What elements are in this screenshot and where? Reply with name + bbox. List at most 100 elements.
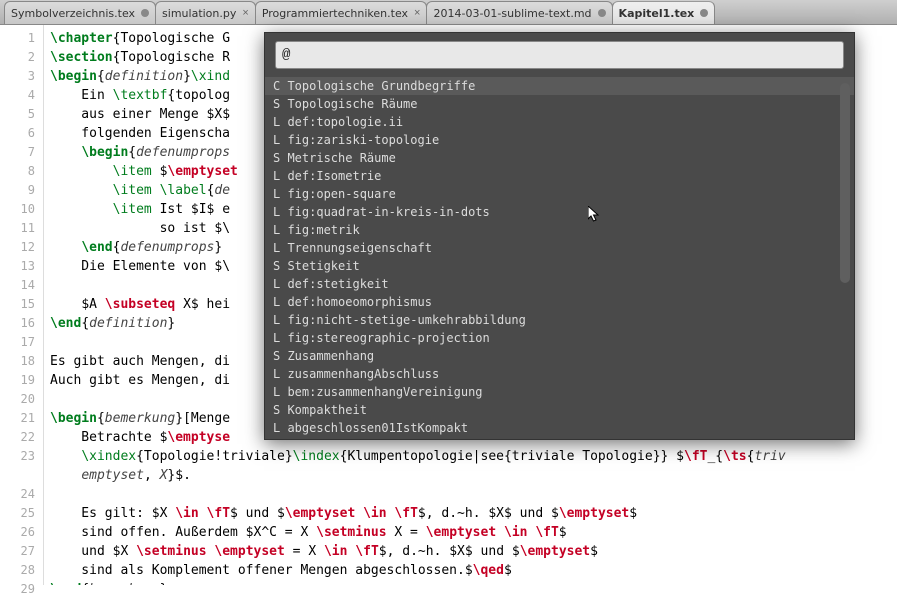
goto-symbol-popup: C Topologische GrundbegriffeS Topologisc… — [264, 32, 855, 440]
goto-item-prefix: S — [273, 151, 287, 165]
line-number: 24 — [0, 485, 43, 504]
goto-item-prefix: C — [273, 79, 287, 93]
goto-item-prefix: L — [273, 277, 287, 291]
goto-item[interactable]: L fig:quadrat-in-kreis-in-dots — [265, 203, 854, 221]
goto-item-prefix: L — [273, 295, 287, 309]
goto-item[interactable]: L zusammenhangAbschluss — [265, 365, 854, 383]
goto-item-prefix: S — [273, 97, 287, 111]
line-number: 23 — [0, 447, 43, 466]
goto-item-prefix: S — [273, 349, 287, 363]
goto-item-label: Stetigkeit — [287, 259, 359, 273]
line-number: 6 — [0, 124, 43, 143]
line-number: 13 — [0, 257, 43, 276]
goto-item-prefix: L — [273, 133, 287, 147]
code-line[interactable]: sind offen. Außerdem $X^C = X \setminus … — [50, 523, 897, 542]
close-icon[interactable]: × — [414, 2, 420, 25]
goto-item-label: fig:open-square — [287, 187, 395, 201]
tab-1[interactable]: simulation.py × — [155, 1, 256, 24]
goto-item-prefix: L — [273, 169, 287, 183]
goto-symbol-input[interactable] — [275, 41, 844, 69]
goto-item[interactable]: S Stetigkeit — [265, 257, 854, 275]
goto-item-prefix: L — [273, 115, 287, 129]
line-number: 9 — [0, 181, 43, 200]
code-line[interactable]: emptyset, X}$. — [50, 466, 897, 485]
line-number: 25 — [0, 504, 43, 523]
code-line[interactable]: \xindex{Topologie!triviale}\index{Klumpe… — [50, 447, 897, 466]
goto-item[interactable]: L def:stetigkeit — [265, 275, 854, 293]
goto-item-prefix: L — [273, 205, 287, 219]
goto-item-prefix: L — [273, 313, 287, 327]
goto-item[interactable]: L bem:zusammenhangVereinigung — [265, 383, 854, 401]
goto-item[interactable]: L fig:stereographic-projection — [265, 329, 854, 347]
goto-item-label: Kompaktheit — [287, 403, 366, 417]
goto-item-prefix: S — [273, 259, 287, 273]
goto-item-prefix: S — [273, 403, 287, 417]
goto-item-label: def:homoeomorphismus — [287, 295, 432, 309]
tab-0[interactable]: Symbolverzeichnis.tex — [4, 1, 156, 24]
tab-2[interactable]: Programmiertechniken.tex × — [255, 1, 428, 24]
goto-item[interactable]: C Topologische Grundbegriffe — [265, 77, 854, 95]
goto-item[interactable]: L fig:nicht-stetige-umkehrabbildung — [265, 311, 854, 329]
goto-item-label: Metrische Räume — [287, 151, 395, 165]
goto-item[interactable]: S Kompaktheit — [265, 401, 854, 419]
goto-symbol-list: C Topologische GrundbegriffeS Topologisc… — [265, 77, 854, 439]
goto-item-prefix: L — [273, 331, 287, 345]
dirty-dot-icon — [598, 9, 606, 17]
line-number: 26 — [0, 523, 43, 542]
line-number: 17 — [0, 333, 43, 352]
close-icon[interactable]: × — [242, 2, 248, 25]
tab-label: Kapitel1.tex — [619, 2, 695, 25]
line-number: 20 — [0, 390, 43, 409]
goto-item[interactable]: L fig:open-square — [265, 185, 854, 203]
goto-item-label: fig:metrik — [287, 223, 359, 237]
code-line[interactable]: Es gilt: $X \in \fT$ und $\emptyset \in … — [50, 504, 897, 523]
goto-item[interactable]: L def:topologie.ii — [265, 113, 854, 131]
line-number: 22 — [0, 428, 43, 447]
goto-item[interactable]: S Metrische Räume — [265, 149, 854, 167]
goto-item-prefix: L — [273, 385, 287, 399]
tab-4[interactable]: Kapitel1.tex — [612, 1, 716, 24]
goto-item[interactable]: L fig:zariski-topologie — [265, 131, 854, 149]
line-number: 3 — [0, 67, 43, 86]
line-number: 19 — [0, 371, 43, 390]
goto-item[interactable]: L def:Isometrie — [265, 167, 854, 185]
goto-item[interactable]: L Trennungseigenschaft — [265, 239, 854, 257]
line-number: 28 — [0, 561, 43, 580]
goto-item-label: abgeschlossen01IstKompakt — [287, 421, 468, 435]
code-line[interactable] — [50, 485, 897, 504]
line-number: 11 — [0, 219, 43, 238]
goto-item[interactable]: L fig:metrik — [265, 221, 854, 239]
goto-item-label: Topologische Räume — [287, 97, 417, 111]
line-number: 15 — [0, 295, 43, 314]
dirty-dot-icon — [141, 9, 149, 17]
goto-item-prefix: L — [273, 421, 287, 435]
goto-item-label: def:topologie.ii — [287, 115, 403, 129]
goto-item-label: fig:stereographic-projection — [287, 331, 489, 345]
goto-item[interactable]: S Topologische Räume — [265, 95, 854, 113]
goto-item-prefix: L — [273, 241, 287, 255]
goto-item-prefix: L — [273, 187, 287, 201]
goto-item[interactable]: S Zusammenhang — [265, 347, 854, 365]
popup-scrollbar[interactable] — [840, 83, 850, 283]
line-number: 12 — [0, 238, 43, 257]
tab-label: Programmiertechniken.tex — [262, 2, 408, 25]
line-number: 27 — [0, 542, 43, 561]
goto-item-label: def:stetigkeit — [287, 277, 388, 291]
tab-label: simulation.py — [162, 2, 236, 25]
goto-item[interactable]: L def:homoeomorphismus — [265, 293, 854, 311]
line-number: 14 — [0, 276, 43, 295]
code-line[interactable]: \end{bemerkung} — [50, 580, 897, 585]
dirty-dot-icon — [700, 9, 708, 17]
line-number: 5 — [0, 105, 43, 124]
goto-item[interactable]: L abgeschlossen01IstKompakt — [265, 419, 854, 437]
line-number: 2 — [0, 48, 43, 67]
code-line[interactable]: sind als Komplement offener Mengen abges… — [50, 561, 897, 580]
line-number: 16 — [0, 314, 43, 333]
goto-item-label: fig:quadrat-in-kreis-in-dots — [287, 205, 489, 219]
line-number: 8 — [0, 162, 43, 181]
code-line[interactable]: und $X \setminus \emptyset = X \in \fT$,… — [50, 542, 897, 561]
tab-3[interactable]: 2014-03-01-sublime-text.md — [426, 1, 612, 24]
line-number — [0, 466, 43, 485]
line-number-gutter: 1234567891011121314151617181920212223242… — [0, 25, 44, 585]
goto-item-label: fig:nicht-stetige-umkehrabbildung — [287, 313, 525, 327]
